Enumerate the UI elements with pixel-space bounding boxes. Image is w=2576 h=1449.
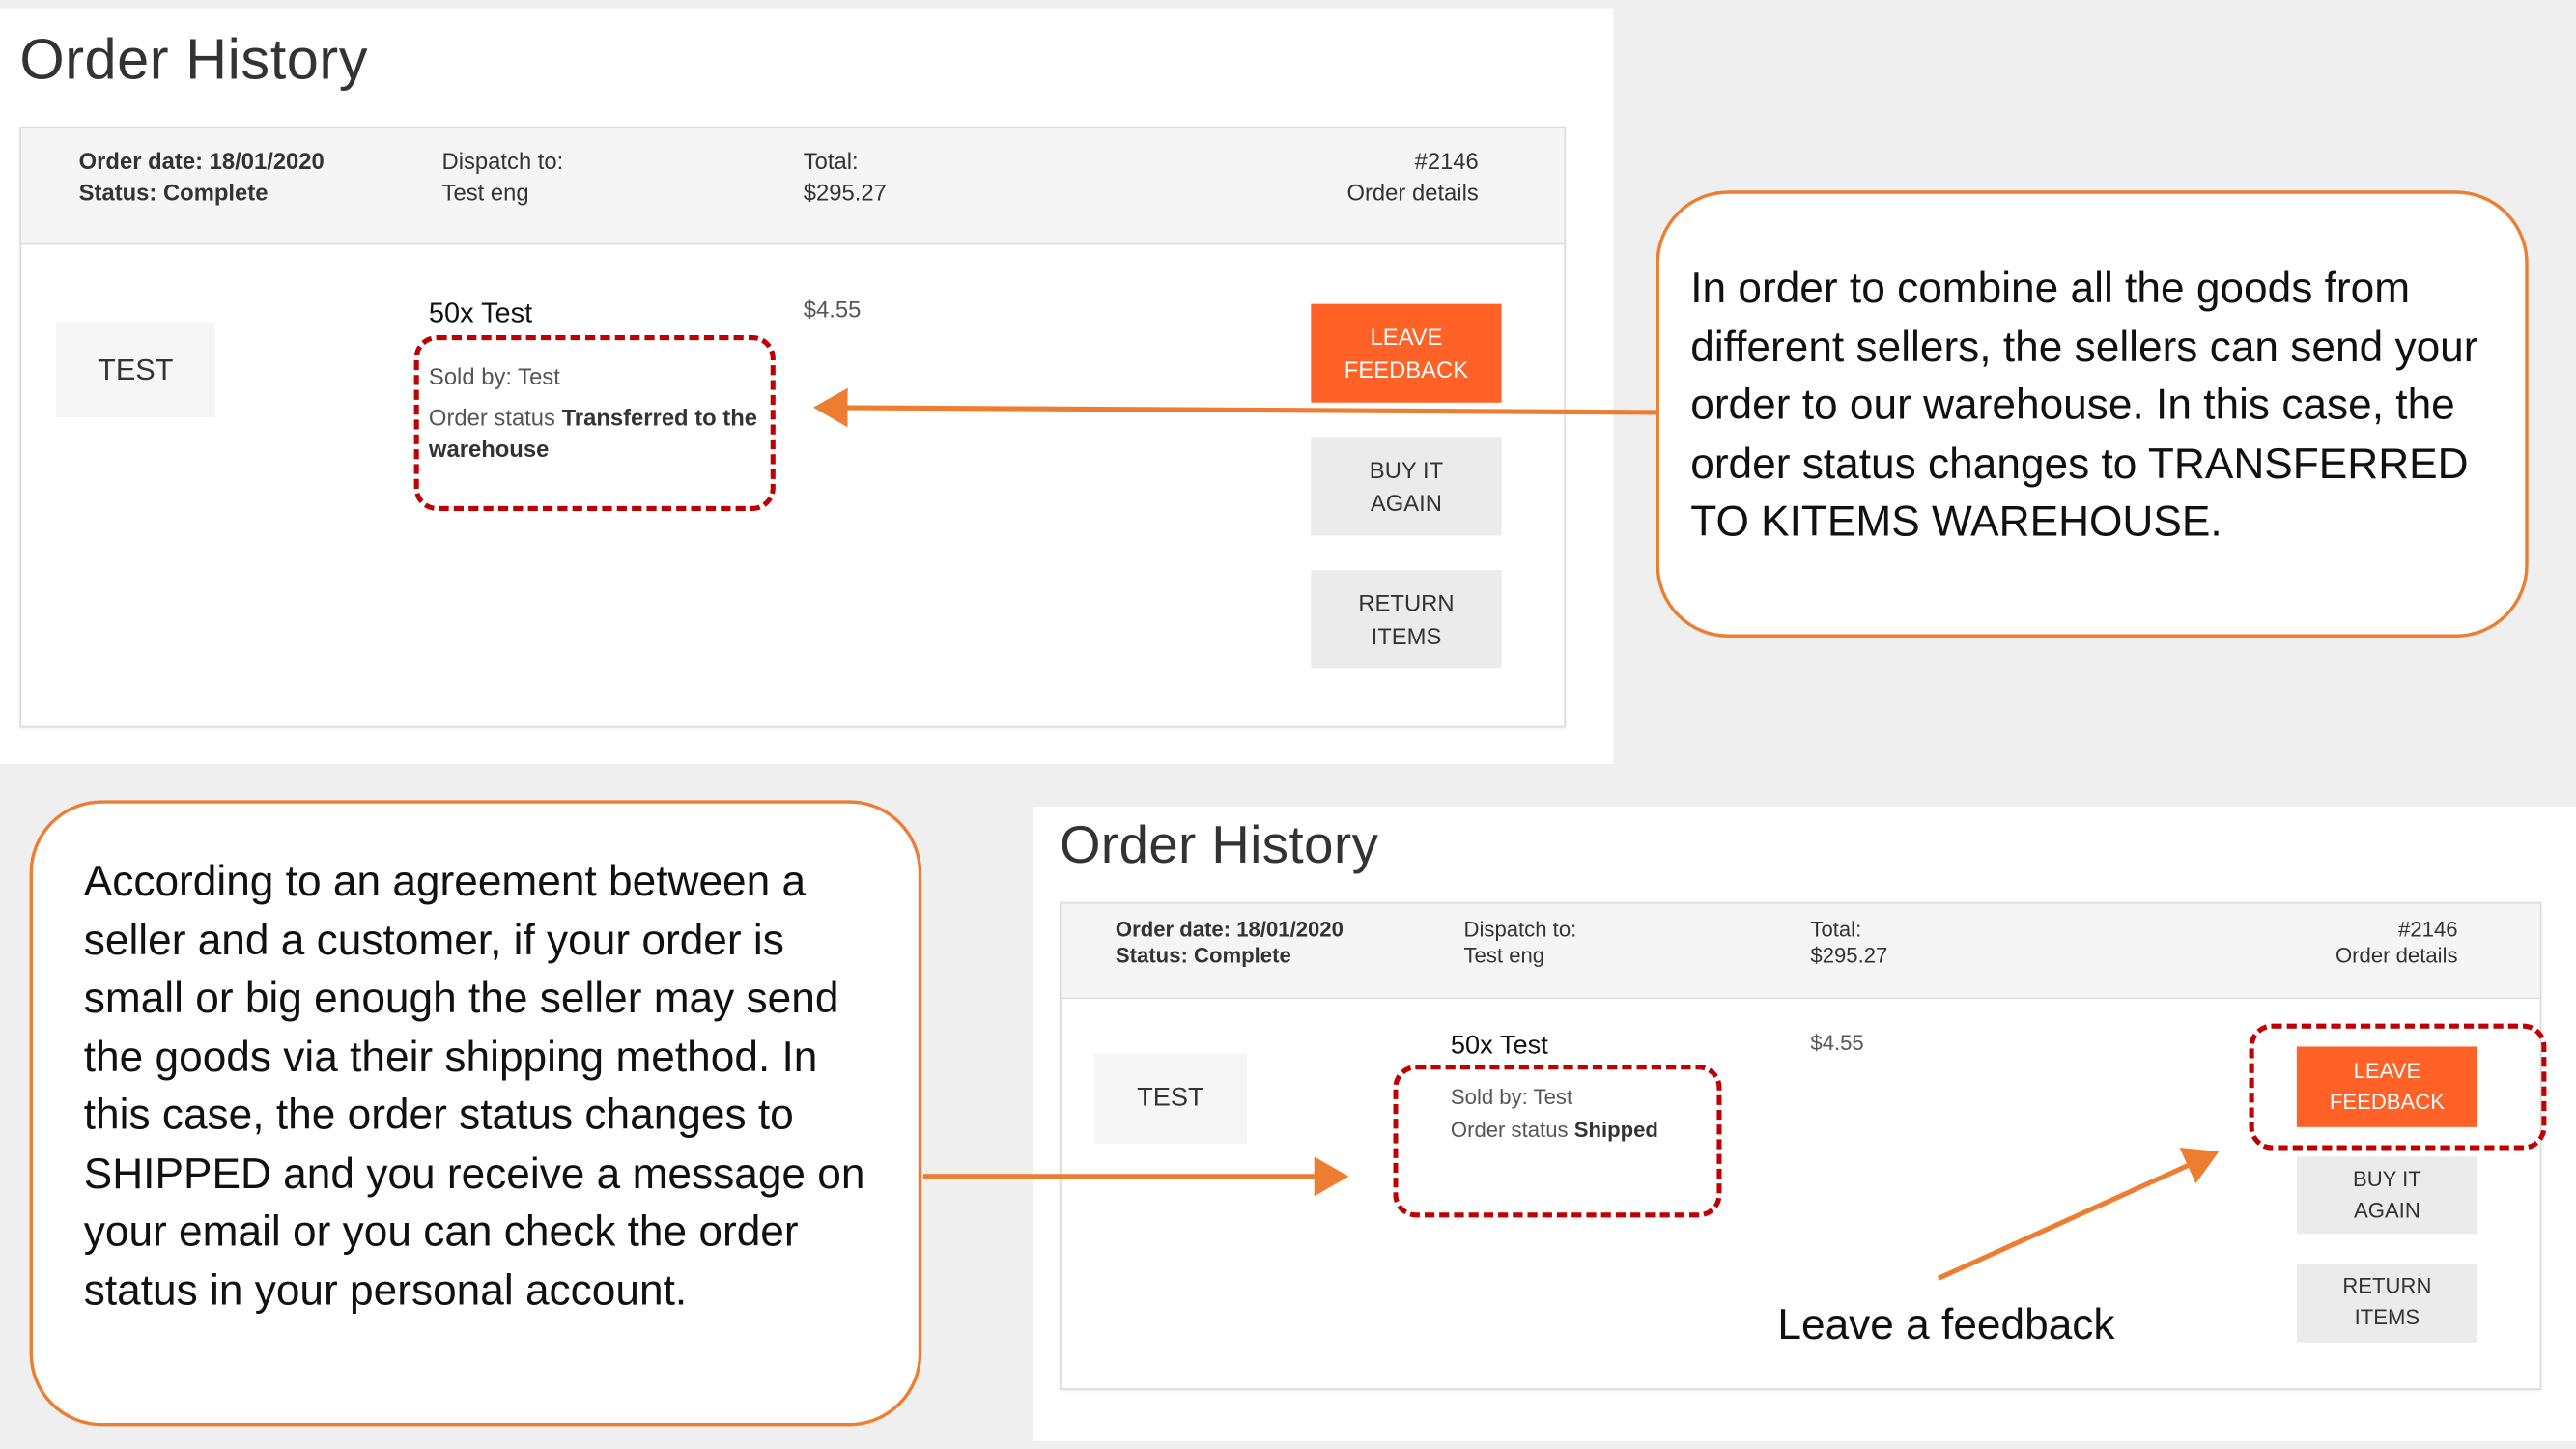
arrow-to-leave-feedback [1938,1148,2220,1281]
annotation-arrows [812,387,2220,1281]
arrow-to-transferred-status [812,387,1656,428]
tutorial-slide: Order History Order date: 18/01/2020 Sta… [0,0,2576,1449]
